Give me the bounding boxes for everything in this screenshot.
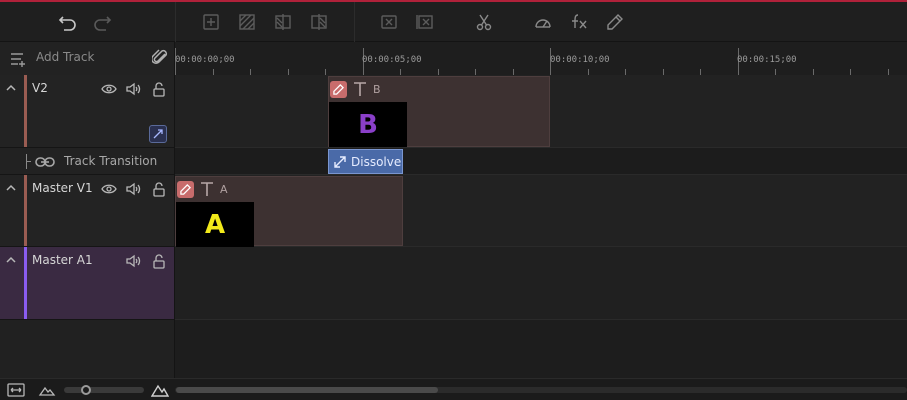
lock-open-icon[interactable] (151, 253, 167, 269)
speaker-icon[interactable] (125, 181, 141, 197)
pencil-icon (333, 84, 344, 95)
track-color-bar (24, 175, 27, 246)
collapse-chevron-icon[interactable] (5, 82, 17, 94)
timecode-label: 00:00:15;00 (737, 55, 797, 65)
split-left-icon[interactable] (271, 10, 295, 34)
eye-icon[interactable] (101, 181, 117, 197)
timeline-ruler[interactable]: 00:00:00;00 00:00:05;00 00:00:10;00 00:0… (175, 42, 907, 75)
transition-label: Dissolve (351, 154, 402, 169)
dissolve-transition[interactable]: Dissolve (328, 149, 403, 174)
undo-icon[interactable] (56, 10, 80, 34)
track-color-bar (24, 75, 27, 147)
crop-icon[interactable] (235, 10, 259, 34)
ripple-delete-icon[interactable] (413, 10, 437, 34)
add-track-button[interactable]: Add Track (36, 50, 94, 64)
zoom-in-mountain-icon[interactable] (151, 382, 169, 398)
track-transition-label: Track Transition (64, 154, 158, 168)
zoom-out-mountain-icon[interactable] (38, 382, 56, 398)
clip-edit-button[interactable] (330, 81, 347, 98)
eye-icon[interactable] (101, 81, 117, 97)
track-name: Master V1 (32, 181, 93, 195)
fit-to-window-icon[interactable] (7, 382, 25, 398)
track-header-empty-area (0, 320, 175, 378)
speed-icon[interactable] (531, 10, 555, 34)
horizontal-scrollbar-thumb[interactable] (176, 387, 438, 393)
clip-edit-button[interactable] (177, 181, 194, 198)
effects-icon[interactable] (567, 10, 591, 34)
zoom-slider-track[interactable] (64, 387, 144, 393)
thumbnail-text: A (204, 209, 226, 240)
track-transition-row-header[interactable]: Track Transition (0, 148, 175, 175)
track-lane-master-a1[interactable] (175, 247, 907, 320)
clip-name: B (373, 83, 381, 96)
track-header-master-v1[interactable]: Master V1 (0, 175, 175, 247)
transition-guide-tick (26, 161, 31, 162)
add-track-icon[interactable] (9, 50, 27, 68)
redo-icon[interactable] (90, 10, 114, 34)
transition-arrow-icon (334, 155, 346, 168)
timeline-bottom-bar (0, 378, 907, 400)
timecode-label: 00:00:10;00 (550, 55, 610, 65)
snap-magnet-icon[interactable] (152, 49, 170, 67)
track-transition-badge[interactable] (149, 125, 167, 143)
clip-thumbnail: B (329, 102, 407, 147)
clip-name: A (220, 183, 228, 196)
toolbar (0, 2, 907, 42)
text-title-icon (354, 82, 366, 96)
track-header-v2[interactable]: V2 (0, 75, 175, 148)
transition-arrow-icon (153, 129, 163, 139)
track-name: V2 (32, 81, 48, 95)
cut-icon[interactable] (472, 10, 496, 34)
timecode-label: 00:00:05;00 (362, 55, 422, 65)
speaker-icon[interactable] (125, 253, 141, 269)
clip-a[interactable]: A A (175, 176, 403, 247)
timecode-label: 00:00:00;00 (175, 55, 235, 65)
ruler-ticks (175, 48, 889, 75)
track-name: Master A1 (32, 253, 93, 267)
clip-b[interactable]: B B (328, 76, 550, 147)
split-right-icon[interactable] (307, 10, 331, 34)
timeline-empty-area[interactable] (175, 320, 907, 378)
track-header-master-a1[interactable]: Master A1 (0, 247, 175, 320)
track-lane-transition[interactable] (175, 148, 907, 175)
track-header-toolbar: Add Track (0, 42, 175, 75)
lock-open-icon[interactable] (151, 181, 167, 197)
link-icon (35, 157, 55, 167)
text-title-icon (201, 182, 213, 196)
thumbnail-text: B (358, 109, 378, 140)
track-color-bar (24, 247, 27, 319)
speaker-icon[interactable] (125, 81, 141, 97)
edit-pen-icon[interactable] (603, 10, 627, 34)
lock-open-icon[interactable] (151, 81, 167, 97)
zoom-slider-handle[interactable] (81, 385, 91, 395)
add-marker-icon[interactable] (199, 10, 223, 34)
delete-icon[interactable] (377, 10, 401, 34)
pencil-icon (180, 184, 191, 195)
clip-thumbnail: A (176, 202, 254, 247)
collapse-chevron-icon[interactable] (5, 254, 17, 266)
collapse-chevron-icon[interactable] (5, 182, 17, 194)
